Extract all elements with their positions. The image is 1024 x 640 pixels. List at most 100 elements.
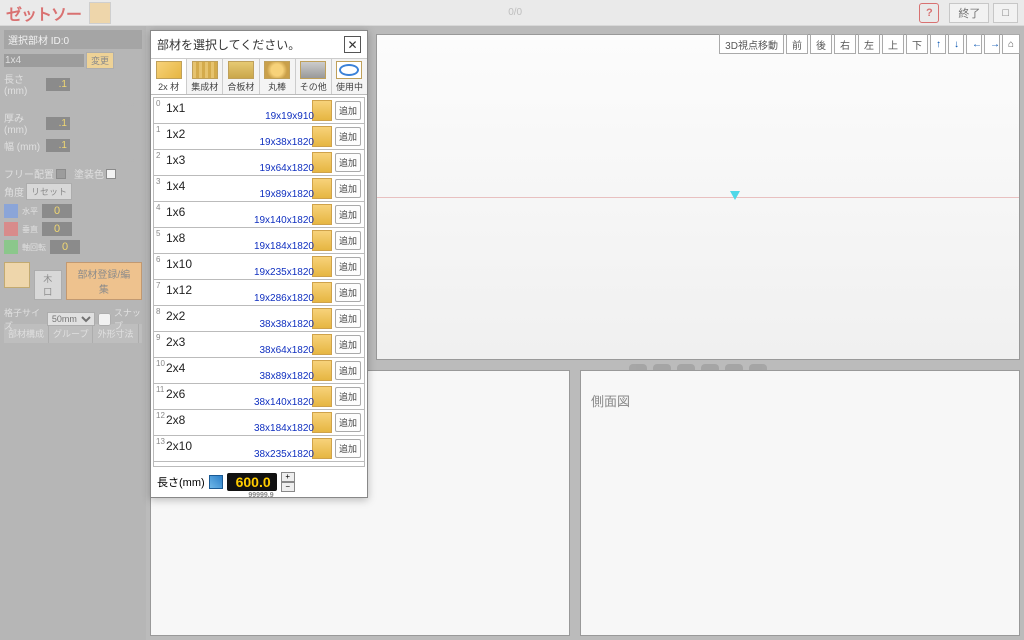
material-row[interactable]: 21x319x64x1820追加 — [154, 150, 364, 176]
material-row[interactable]: 41x619x140x1820追加 — [154, 202, 364, 228]
category-tab-glulam[interactable]: 集成材 — [187, 59, 223, 94]
header-counter: 0/0 — [111, 7, 919, 18]
material-row[interactable]: 82x238x38x1820追加 — [154, 306, 364, 332]
endgrain-preview-icon — [4, 262, 30, 288]
add-button[interactable]: 追加 — [335, 205, 361, 224]
angle-h[interactable]: 0 — [42, 204, 72, 218]
angle-reset-button[interactable]: リセット — [26, 183, 72, 200]
view-right-button[interactable]: 右 — [834, 34, 856, 54]
add-button[interactable]: 追加 — [335, 335, 361, 354]
category-tab-round[interactable]: 丸棒 — [260, 59, 296, 94]
thickness-value[interactable]: .1 — [46, 117, 70, 130]
material-dims: 38x89x1820 — [260, 371, 315, 382]
material-row[interactable]: 112x638x140x1820追加 — [154, 384, 364, 410]
length-down-button[interactable]: − — [281, 482, 295, 492]
material-dims: 19x38x1820 — [260, 137, 315, 148]
grid-size-select[interactable]: 50mm — [47, 312, 95, 326]
material-row[interactable]: 71x1219x286x1820追加 — [154, 280, 364, 306]
paint-color-swatch[interactable] — [106, 169, 116, 179]
snap-checkbox[interactable] — [98, 313, 111, 326]
wood-swatch-icon — [312, 230, 332, 251]
material-dims: 19x64x1820 — [260, 163, 315, 174]
add-button[interactable]: 追加 — [335, 257, 361, 276]
wood-swatch-icon — [312, 282, 332, 303]
add-button[interactable]: 追加 — [335, 283, 361, 302]
add-button[interactable]: 追加 — [335, 439, 361, 458]
horizontal-icon — [4, 204, 18, 218]
material-row[interactable]: 01x119x19x910追加 — [154, 98, 364, 124]
category-tab-2x[interactable]: 2x 材 — [151, 59, 187, 94]
material-row[interactable]: 122x838x184x1820追加 — [154, 410, 364, 436]
material-row[interactable]: 92x338x64x1820追加 — [154, 332, 364, 358]
category-tab-ply[interactable]: 合板材 — [223, 59, 259, 94]
material-dims: 38x235x1820 — [254, 449, 314, 460]
home-view-button[interactable]: ⌂ — [1002, 34, 1020, 54]
length-display[interactable]: 600.0 99999.9 — [227, 473, 277, 491]
angle-r[interactable]: 0 — [50, 240, 80, 254]
angle-v[interactable]: 0 — [42, 222, 72, 236]
add-button[interactable]: 追加 — [335, 361, 361, 380]
glulam-icon — [192, 61, 218, 79]
free-place-checkbox[interactable] — [56, 169, 66, 179]
move-3d-button[interactable]: 3D視点移動 — [719, 34, 784, 54]
arrow-down-icon[interactable]: ↓ — [948, 34, 964, 54]
material-row[interactable]: 102x438x89x1820追加 — [154, 358, 364, 384]
view-toolbar: 3D視点移動 前 後 右 左 上 下 ↑ ↓ ← → ⌂ — [719, 34, 1020, 54]
help-icon[interactable]: ? — [919, 3, 939, 23]
category-tab-using[interactable]: 使用中 — [332, 59, 367, 94]
view-back-button[interactable]: 後 — [810, 34, 832, 54]
close-icon[interactable]: ✕ — [344, 36, 361, 53]
width-value[interactable]: .1 — [46, 139, 70, 152]
change-button[interactable]: 変更 — [86, 52, 114, 69]
view-top-button[interactable]: 上 — [882, 34, 904, 54]
view-bottom-button[interactable]: 下 — [906, 34, 928, 54]
material-field[interactable] — [4, 54, 84, 67]
material-row[interactable]: 61x1019x235x1820追加 — [154, 254, 364, 280]
2x-icon — [156, 61, 182, 79]
category-tab-other[interactable]: その他 — [296, 59, 332, 94]
add-button[interactable]: 追加 — [335, 231, 361, 250]
material-row[interactable]: 51x819x184x1820追加 — [154, 228, 364, 254]
arrow-left-icon[interactable]: ← — [966, 34, 982, 54]
wood-swatch-icon — [312, 204, 332, 225]
length-label: 長さ(mm) — [157, 474, 205, 490]
view-front-button[interactable]: 前 — [786, 34, 808, 54]
add-button[interactable]: 追加 — [335, 153, 361, 172]
add-button[interactable]: 追加 — [335, 387, 361, 406]
register-material-button[interactable]: 部材登録/編集 — [66, 262, 142, 300]
view-left-button[interactable]: 左 — [858, 34, 880, 54]
material-row[interactable]: 132x1038x235x1820追加 — [154, 436, 364, 462]
app-header: ゼットソー 0/0 ? 終了 □ — [0, 0, 1024, 26]
material-dims: 19x286x1820 — [254, 293, 314, 304]
arrow-right-icon[interactable]: → — [984, 34, 1000, 54]
material-row[interactable]: 11x219x38x1820追加 — [154, 124, 364, 150]
wood-swatch-icon — [312, 412, 332, 433]
add-button[interactable]: 追加 — [335, 179, 361, 198]
exit-button[interactable]: 終了 — [949, 3, 989, 23]
cursor-tool-icon[interactable] — [89, 2, 111, 24]
add-button[interactable]: 追加 — [335, 309, 361, 328]
material-dims: 19x89x1820 — [260, 189, 315, 200]
viewport-3d[interactable] — [376, 34, 1020, 360]
material-dims: 19x140x1820 — [254, 215, 314, 226]
length-value[interactable]: .1 — [46, 78, 70, 91]
material-selector-popup: 部材を選択してください。 ✕ 2x 材集成材合板材丸棒その他使用中 01x119… — [150, 30, 368, 498]
maximize-button[interactable]: □ — [993, 3, 1018, 23]
arrow-up-icon[interactable]: ↑ — [930, 34, 946, 54]
material-row[interactable]: 31x419x89x1820追加 — [154, 176, 364, 202]
material-list[interactable]: 01x119x19x910追加11x219x38x1820追加21x319x64… — [153, 97, 365, 467]
endgrain-button[interactable]: 木口 — [34, 270, 62, 300]
material-dims: 19x19x910 — [265, 111, 314, 122]
material-dims: 38x184x1820 — [254, 423, 314, 434]
add-button[interactable]: 追加 — [335, 413, 361, 432]
viewport-side[interactable]: 側面図 — [580, 370, 1020, 636]
category-tabs: 2x 材集成材合板材丸棒その他使用中 — [151, 58, 367, 95]
wood-swatch-icon — [312, 256, 332, 277]
wood-swatch-icon — [312, 100, 332, 121]
length-up-button[interactable]: + — [281, 472, 295, 482]
add-button[interactable]: 追加 — [335, 101, 361, 120]
camera-marker-icon — [730, 191, 740, 200]
material-dims: 38x38x1820 — [260, 319, 315, 330]
add-button[interactable]: 追加 — [335, 127, 361, 146]
material-dims: 38x140x1820 — [254, 397, 314, 408]
